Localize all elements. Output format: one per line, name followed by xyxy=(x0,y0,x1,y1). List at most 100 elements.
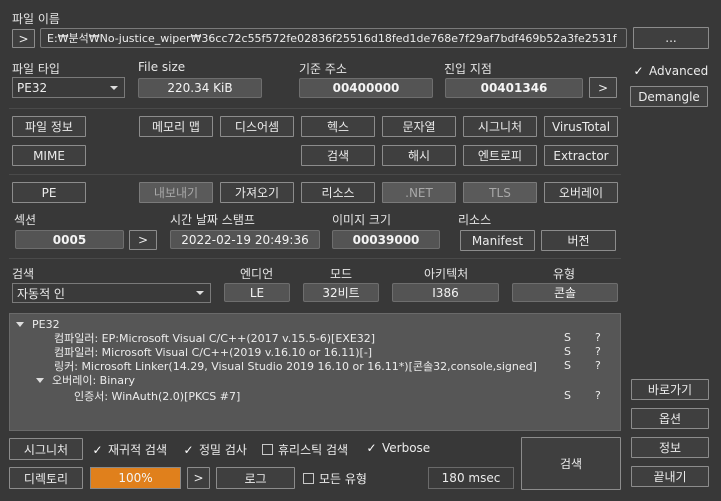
entry-point-value: 00401346 xyxy=(445,78,583,98)
file-info-button[interactable]: 파일 정보 xyxy=(12,116,86,137)
base-address-value: 00400000 xyxy=(299,78,433,98)
virustotal-button[interactable]: VirusTotal xyxy=(544,116,618,137)
log-button[interactable]: 로그 xyxy=(216,467,295,489)
shortcuts-button[interactable]: 바로가기 xyxy=(631,379,709,400)
image-size-label: 이미지 크기 xyxy=(332,213,392,227)
timestamp-value: 2022-02-19 20:49:36 xyxy=(170,230,320,249)
demangle-button[interactable]: Demangle xyxy=(630,86,708,107)
chevron-down-icon xyxy=(110,85,118,90)
base-address-label: 기준 주소 xyxy=(299,62,347,76)
about-button[interactable]: 정보 xyxy=(631,437,709,458)
expand-icon xyxy=(36,377,44,383)
tree-info[interactable]: ? xyxy=(595,389,601,402)
entry-point-label: 진입 지점 xyxy=(444,62,492,76)
search-button[interactable]: 검색 xyxy=(301,145,375,166)
tree-info[interactable]: ? xyxy=(595,331,601,344)
imports-button[interactable]: 가져오기 xyxy=(220,182,294,203)
tree-flag: S xyxy=(564,331,571,344)
file-path-field[interactable]: E:₩분석₩No-justice_wiper₩36cc72c55f572fe02… xyxy=(40,28,627,48)
deep-scan-checkbox[interactable]: ✓ 정밀 검사 xyxy=(183,441,247,458)
exit-button[interactable]: 끝내기 xyxy=(631,466,709,487)
tree-flag: S xyxy=(564,359,571,372)
file-type-select[interactable]: PE32 xyxy=(12,77,125,98)
disasm-button[interactable]: 디스어셈 xyxy=(220,116,294,137)
tree-row[interactable]: 컴파일러: Microsoft Visual C/C++(2019 v.16.1… xyxy=(54,345,372,359)
directory-button[interactable]: 디렉토리 xyxy=(9,467,83,489)
next-button[interactable]: > xyxy=(187,467,210,489)
tree-row-text: 오버레이: Binary xyxy=(52,374,136,387)
tree-row-text: PE32 xyxy=(32,317,60,331)
expand-icon xyxy=(16,321,24,327)
sections-label: 섹션 xyxy=(14,213,37,227)
pe-button[interactable]: PE xyxy=(12,182,86,203)
strings-button[interactable]: 문자열 xyxy=(382,116,456,137)
options-button[interactable]: 옵션 xyxy=(631,408,709,429)
tree-flag: S xyxy=(564,389,571,402)
progress-bar: 100% xyxy=(90,467,181,489)
memory-map-button[interactable]: 메모리 맵 xyxy=(139,116,213,137)
image-size-value: 00039000 xyxy=(332,230,440,249)
file-size-label: File size xyxy=(138,60,186,74)
recursive-scan-checkbox[interactable]: ✓ 재귀적 검색 xyxy=(92,441,167,458)
mime-button[interactable]: MIME xyxy=(12,145,86,166)
scan-label: 검색 xyxy=(12,267,35,281)
more-button[interactable]: ... xyxy=(633,27,709,49)
all-types-checkbox[interactable]: 모든 유형 xyxy=(303,470,367,487)
sections-go-button[interactable]: > xyxy=(129,230,157,250)
scan-method-select[interactable]: 자동적 인 xyxy=(12,283,211,303)
results-tree[interactable]: PE32 컴파일러: EP:Microsoft Visual C/C++(201… xyxy=(9,313,621,431)
scan-method-value: 자동적 인 xyxy=(17,286,65,301)
mode-label: 모드 xyxy=(330,267,353,281)
tree-flag: S xyxy=(564,345,571,358)
signature-button[interactable]: 시그니처 xyxy=(9,438,83,460)
tree-row[interactable]: 인증서: WinAuth(2.0)[PKCS #7] xyxy=(74,389,240,403)
hex-button[interactable]: 헥스 xyxy=(301,116,375,137)
tree-row[interactable]: PE32 xyxy=(16,317,60,331)
tree-info[interactable]: ? xyxy=(595,359,601,372)
recursive-scan-label: 재귀적 검색 xyxy=(108,443,168,457)
scan-time: 180 msec xyxy=(428,467,514,489)
open-file-button[interactable]: > xyxy=(12,29,35,48)
verbose-checkbox[interactable]: ✓ Verbose xyxy=(366,441,430,455)
check-icon: ✓ xyxy=(633,64,644,78)
dotnet-button[interactable]: .NET xyxy=(382,182,456,203)
tree-row[interactable]: 링커: Microsoft Linker(14.29, Visual Studi… xyxy=(54,359,537,373)
tree-row[interactable]: 오버레이: Binary xyxy=(36,373,135,387)
all-types-label: 모든 유형 xyxy=(319,472,367,486)
signatures-button[interactable]: 시그니처 xyxy=(463,116,537,137)
timestamp-label: 시간 날짜 스탬프 xyxy=(170,213,255,227)
heuristic-scan-checkbox[interactable]: 휴리스틱 검색 xyxy=(262,441,348,458)
arch-label: 아키텍처 xyxy=(424,267,469,281)
check-icon: ✓ xyxy=(366,441,377,455)
entry-point-go-button[interactable]: > xyxy=(589,77,617,98)
hash-button[interactable]: 해시 xyxy=(382,145,456,166)
overlay-button[interactable]: 오버레이 xyxy=(544,182,618,203)
tls-button[interactable]: TLS xyxy=(463,182,537,203)
exports-button[interactable]: 내보내기 xyxy=(139,182,213,203)
chevron-down-icon xyxy=(196,291,204,295)
tree-info[interactable]: ? xyxy=(595,345,601,358)
mode-value: 32비트 xyxy=(303,283,379,302)
file-type-value: PE32 xyxy=(17,80,48,95)
extractor-button[interactable]: Extractor xyxy=(544,145,618,166)
checkbox-icon xyxy=(303,473,314,484)
arch-value: I386 xyxy=(392,283,499,302)
resources-label: 리소스 xyxy=(458,213,492,227)
type-value: 콘솔 xyxy=(512,283,618,302)
entropy-button[interactable]: 엔트로피 xyxy=(463,145,537,166)
advanced-checkbox[interactable]: ✓ Advanced xyxy=(633,64,708,78)
manifest-button[interactable]: Manifest xyxy=(460,230,535,251)
tree-row-text: 인증서: WinAuth(2.0)[PKCS #7] xyxy=(74,390,241,403)
sections-value: 0005 xyxy=(15,230,124,249)
resources-button[interactable]: 리소스 xyxy=(301,182,375,203)
heuristic-scan-label: 휴리스틱 검색 xyxy=(278,443,349,457)
file-type-label: 파일 타입 xyxy=(12,62,60,76)
endian-value: LE xyxy=(224,283,290,302)
check-icon: ✓ xyxy=(183,442,194,457)
scan-button[interactable]: 검색 xyxy=(521,437,621,490)
tree-row[interactable]: 컴파일러: EP:Microsoft Visual C/C++(2017 v.1… xyxy=(54,331,375,345)
verbose-label: Verbose xyxy=(382,441,431,455)
advanced-label: Advanced xyxy=(649,64,709,78)
version-button[interactable]: 버전 xyxy=(541,230,616,251)
file-size-value: 220.34 KiB xyxy=(138,78,262,98)
